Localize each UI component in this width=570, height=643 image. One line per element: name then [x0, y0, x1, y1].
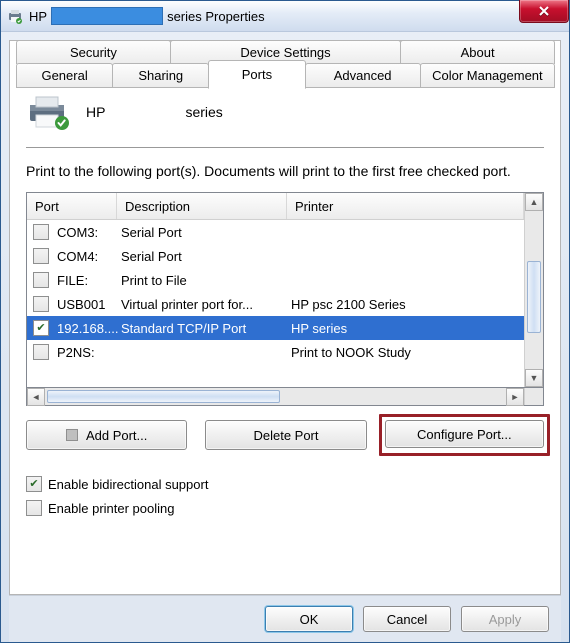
port-checkbox[interactable] — [33, 272, 49, 288]
options-group: ✔ Enable bidirectional support ✔ Enable … — [26, 472, 544, 520]
port-description: Print to File — [117, 273, 287, 288]
tab-sharing[interactable]: Sharing — [112, 63, 209, 88]
scroll-right-button[interactable]: ► — [506, 388, 524, 406]
table-row[interactable]: USB001 Virtual printer port for...HP psc … — [27, 292, 524, 316]
port-description: Virtual printer port for... — [117, 297, 287, 312]
tab-ports[interactable]: Ports — [208, 60, 305, 89]
port-printer: HP series — [287, 321, 524, 336]
titlebar[interactable]: HP series Properties — [1, 1, 569, 32]
port-name: FILE: — [57, 273, 88, 288]
port-listview[interactable]: Port Description Printer COM3: Serial Por… — [26, 192, 544, 388]
configure-port-highlight: Configure Port... — [379, 414, 550, 456]
port-printer: Print to NOOK Study — [287, 345, 524, 360]
checkbox-icon: ✔ — [26, 500, 42, 516]
printer-titlebar-icon — [7, 8, 23, 24]
instruction-text: Print to the following port(s). Document… — [26, 162, 544, 180]
printer-header: HP series — [26, 91, 544, 148]
port-printer: HP psc 2100 Series — [287, 297, 524, 312]
port-checkbox[interactable] — [33, 248, 49, 264]
tab-sheet: Security Device Settings About General S… — [9, 40, 561, 595]
table-row[interactable]: COM3: Serial Port — [27, 220, 524, 244]
client-area: Security Device Settings About General S… — [1, 32, 569, 642]
printer-name-suffix: series — [185, 104, 222, 120]
tab-general[interactable]: General — [16, 63, 113, 88]
title-suffix: series Properties — [167, 9, 265, 24]
horizontal-scrollbar[interactable]: ◄ ► — [26, 388, 544, 406]
scroll-down-button[interactable]: ▼ — [525, 369, 543, 387]
port-checkbox[interactable] — [33, 344, 49, 360]
port-checkbox[interactable] — [33, 224, 49, 240]
title-redacted-model — [51, 7, 163, 25]
vertical-scrollbar[interactable]: ▲ ▼ — [524, 193, 543, 387]
scroll-left-button[interactable]: ◄ — [27, 388, 45, 406]
close-button[interactable] — [519, 0, 569, 23]
port-name: P2NS: — [57, 345, 95, 360]
printer-large-icon — [26, 95, 66, 129]
port-name: COM4: — [57, 249, 98, 264]
table-row[interactable]: FILE: Print to File — [27, 268, 524, 292]
table-row[interactable]: COM4: Serial Port — [27, 244, 524, 268]
add-port-icon — [66, 429, 78, 441]
vertical-scroll-thumb[interactable] — [527, 261, 541, 333]
apply-button[interactable]: Apply — [461, 606, 549, 632]
enable-printer-pooling-checkbox[interactable]: ✔ Enable printer pooling — [26, 496, 544, 520]
port-name: USB001 — [57, 297, 105, 312]
port-checkbox[interactable]: ✔ — [33, 320, 49, 336]
port-buttons-row: Add Port... Delete Port Configure Port..… — [26, 420, 544, 450]
scroll-corner — [524, 388, 543, 405]
port-description: Standard TCP/IP Port — [117, 321, 287, 336]
tab-color-management[interactable]: Color Management — [420, 63, 555, 88]
header-port[interactable]: Port — [27, 193, 117, 219]
dialog-footer: OK Cancel Apply — [9, 595, 561, 642]
table-row[interactable]: P2NS: Print to NOOK Study — [27, 340, 524, 364]
delete-port-button[interactable]: Delete Port — [205, 420, 366, 450]
printer-name-prefix: HP — [86, 104, 105, 120]
enable-bidirectional-checkbox[interactable]: ✔ Enable bidirectional support — [26, 472, 544, 496]
tab-row-front: General Sharing Ports Advanced Color Man… — [16, 63, 554, 89]
add-port-button[interactable]: Add Port... — [26, 420, 187, 450]
port-description: Serial Port — [117, 225, 287, 240]
scroll-up-button[interactable]: ▲ — [525, 193, 543, 211]
port-name: COM3: — [57, 225, 98, 240]
list-headers[interactable]: Port Description Printer — [27, 193, 524, 220]
port-description: Serial Port — [117, 249, 287, 264]
properties-dialog: HP series Properties Security Device Set… — [0, 0, 570, 643]
header-printer[interactable]: Printer — [287, 193, 524, 219]
port-name: 192.168.... — [57, 321, 118, 336]
ok-button[interactable]: OK — [265, 606, 353, 632]
tab-about[interactable]: About — [400, 40, 555, 64]
tab-advanced[interactable]: Advanced — [305, 63, 421, 88]
configure-port-button[interactable]: Configure Port... — [385, 420, 544, 448]
tab-security[interactable]: Security — [16, 40, 171, 64]
cancel-button[interactable]: Cancel — [363, 606, 451, 632]
title-prefix: HP — [29, 9, 47, 24]
header-description[interactable]: Description — [117, 193, 287, 219]
checkbox-icon: ✔ — [26, 476, 42, 492]
close-icon — [538, 5, 550, 17]
table-row[interactable]: ✔ 192.168....Standard TCP/IP PortHP serie… — [27, 316, 524, 340]
port-checkbox[interactable] — [33, 296, 49, 312]
horizontal-scroll-thumb[interactable] — [47, 390, 280, 403]
